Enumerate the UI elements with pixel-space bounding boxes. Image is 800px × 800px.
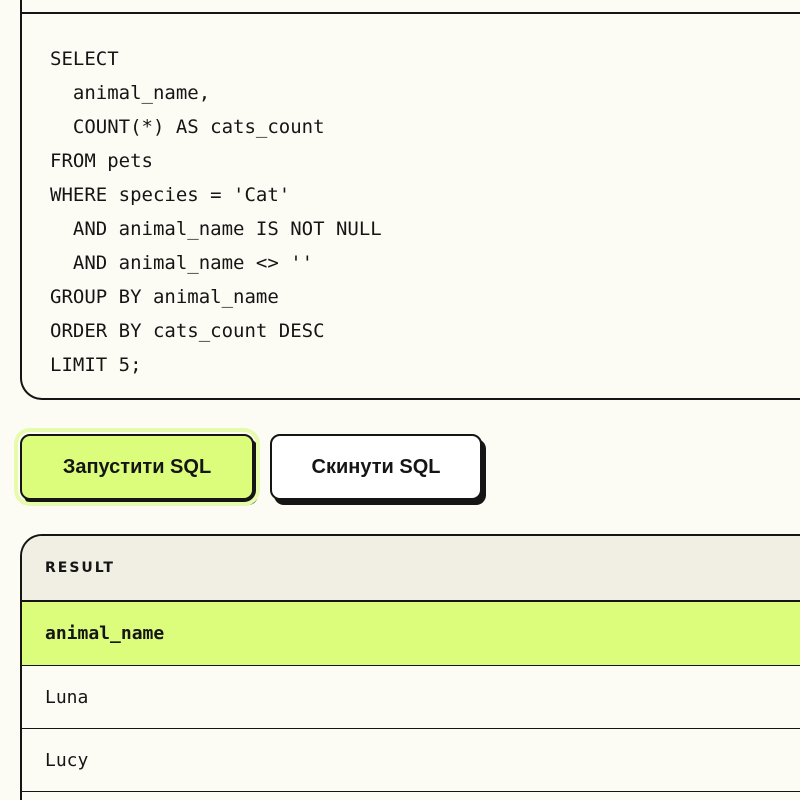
code-line: ORDER BY cats_count DESC — [50, 320, 325, 342]
reset-sql-button[interactable]: Скинути SQL — [270, 434, 482, 500]
code-line: LIMIT 5; — [50, 354, 142, 376]
code-line: GROUP BY animal_name — [50, 286, 279, 308]
result-title: RESULT — [22, 536, 800, 602]
table-row: Luna — [22, 666, 800, 729]
table-column-header: animal_name — [22, 602, 800, 666]
sql-code[interactable]: SELECT animal_name, COUNT(*) AS cats_cou… — [50, 42, 382, 382]
code-line: FROM pets — [50, 150, 153, 172]
table-cell: Lucy — [45, 749, 89, 771]
result-panel: RESULT animal_name Luna Lucy — [20, 534, 800, 800]
code-line: AND animal_name <> '' — [50, 252, 314, 274]
run-sql-button[interactable]: Запустити SQL — [14, 428, 260, 506]
code-line: animal_name, — [50, 82, 211, 104]
code-line: COUNT(*) AS cats_count — [50, 116, 325, 138]
table-cell: Luna — [45, 686, 89, 708]
table-row: Lucy — [22, 729, 800, 792]
code-line: WHERE species = 'Cat' — [50, 184, 291, 206]
code-line: AND animal_name IS NOT NULL — [50, 218, 382, 240]
code-line: SELECT — [50, 48, 119, 70]
